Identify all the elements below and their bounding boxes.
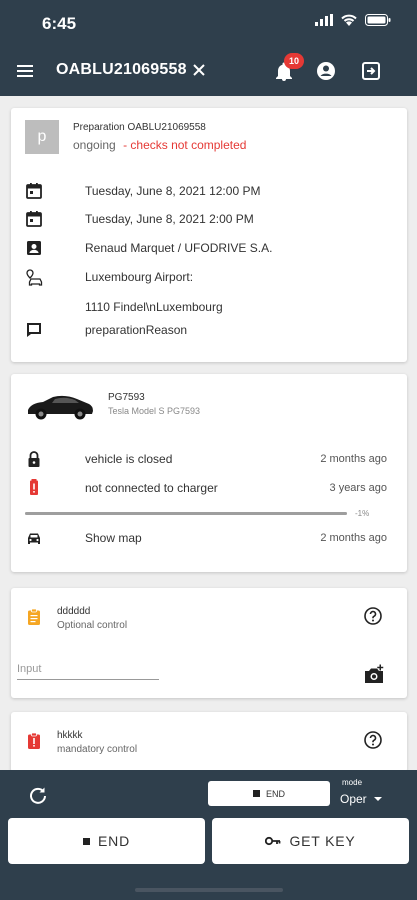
car-location-icon [26, 269, 43, 286]
help-icon[interactable] [363, 730, 383, 750]
battery-alert-icon [30, 479, 38, 495]
car-image [28, 395, 93, 420]
home-indicator [135, 888, 283, 892]
battery-icon [365, 14, 391, 26]
help-icon[interactable] [363, 606, 383, 626]
header: 6:45 OABLU21069558 10 [0, 0, 417, 96]
mode-select[interactable]: Oper [340, 792, 383, 806]
vehicle-card: PG7593 Tesla Model S PG7593 vehicle is c… [11, 374, 407, 572]
small-end-button[interactable]: END [208, 781, 330, 806]
control-title: hkkkk [57, 730, 83, 741]
vehicle-model: Tesla Model S PG7593 [108, 406, 201, 416]
page-title: OABLU21069558 [56, 61, 187, 78]
status-text: ongoing [73, 138, 116, 152]
charger-status: not connected to charger [85, 481, 218, 495]
avatar: p [25, 120, 59, 154]
calendar-end-icon [26, 211, 42, 227]
menu-icon[interactable] [14, 60, 36, 82]
key-icon [265, 836, 281, 846]
vehicle-plate: PG7593 [108, 392, 145, 403]
small-end-label: END [265, 788, 285, 799]
comment-icon [27, 323, 41, 337]
control-subtitle: mandatory control [57, 744, 138, 755]
refresh-icon[interactable] [28, 786, 48, 806]
control-subtitle: Optional control [57, 620, 128, 631]
mode-label: mode [342, 778, 363, 787]
clipboard-icon [28, 608, 40, 625]
add-photo-icon[interactable] [363, 664, 385, 686]
signal-icon [315, 14, 333, 26]
app-bar: OABLU21069558 10 [0, 48, 417, 96]
mode-value: Oper [340, 792, 367, 806]
battery-percent: -1% [355, 509, 370, 518]
end-button-label: END [98, 833, 130, 849]
status-bar: 6:45 [0, 0, 417, 44]
status-time: 6:45 [42, 14, 77, 33]
lock-time: 2 months ago [320, 453, 387, 465]
preparation-title: Preparation OABLU21069558 [73, 122, 206, 133]
control-input[interactable] [17, 658, 159, 680]
get-key-label: GET KEY [289, 833, 356, 849]
show-map-link[interactable]: Show map [85, 531, 142, 545]
control-card-optional: dddddd Optional control [11, 588, 407, 698]
preparation-status: ongoing - checks not completed [73, 138, 246, 152]
notification-badge: 10 [284, 53, 304, 69]
end-date: Tuesday, June 8, 2021 2:00 PM [85, 212, 254, 226]
charger-time: 3 years ago [329, 482, 387, 494]
car-icon [28, 533, 40, 544]
close-icon[interactable] [188, 59, 210, 81]
map-time: 2 months ago [320, 532, 387, 544]
stop-icon [83, 837, 91, 845]
status-warning: - checks not completed [123, 138, 247, 152]
battery-progress [25, 512, 347, 515]
status-icons [315, 14, 391, 26]
get-key-button[interactable]: GET KEY [212, 818, 409, 864]
end-button[interactable]: END [8, 818, 205, 864]
control-title: dddddd [57, 606, 91, 617]
calendar-start-icon [26, 183, 42, 199]
lock-icon [28, 451, 40, 467]
start-date: Tuesday, June 8, 2021 12:00 PM [85, 184, 261, 198]
control-card-mandatory: hkkkk mandatory control [11, 712, 407, 772]
dropdown-arrow-icon [373, 797, 382, 801]
contact-card-icon [27, 241, 41, 255]
lock-status: vehicle is closed [85, 452, 173, 466]
customer-name: Renaud Marquet / UFODRIVE S.A. [85, 241, 273, 255]
clipboard-alert-icon [28, 732, 40, 749]
preparation-reason: preparationReason [85, 323, 188, 337]
account-icon[interactable] [315, 60, 337, 82]
wifi-icon [341, 14, 357, 26]
battery-progress-fill [25, 512, 347, 515]
stop-icon [252, 790, 260, 797]
preparation-card: p Preparation OABLU21069558 ongoing - ch… [11, 108, 407, 362]
location-address: 1110 Findel\nLuxembourg [85, 300, 223, 314]
location-name: Luxembourg Airport: [85, 270, 194, 284]
logout-icon[interactable] [360, 60, 382, 82]
bottom-action-bar: END mode Oper END GET KEY [0, 770, 417, 900]
